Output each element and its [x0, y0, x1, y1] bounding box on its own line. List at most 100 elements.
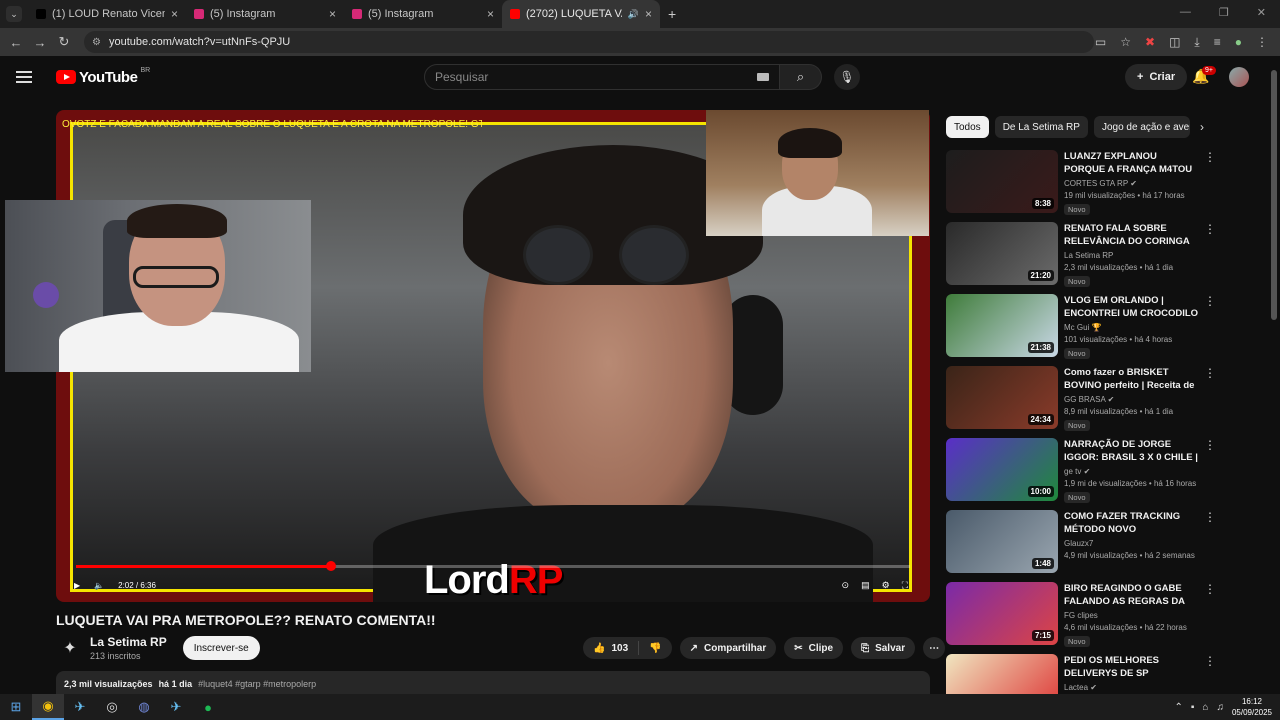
- close-window-icon[interactable]: ✕: [1257, 6, 1266, 19]
- guide-menu-icon[interactable]: [16, 71, 32, 83]
- recommendation-item[interactable]: PEDI OS MELHORES DELIVERYS DE SP Lactea ✔…: [946, 654, 1266, 698]
- kebab-menu-icon[interactable]: ⋮: [1204, 294, 1216, 360]
- site-info-icon[interactable]: ⚙: [92, 37, 101, 48]
- save-button[interactable]: ⎘ Salvar: [851, 637, 916, 659]
- more-actions-button[interactable]: ⋯: [923, 637, 946, 659]
- url-field[interactable]: ⚙ youtube.com/watch?v=utNnFs-QPJU: [84, 31, 1094, 53]
- recommendation-item[interactable]: 21:20 RENATO FALA SOBRE RELEVÂNCIA DO COR…: [946, 222, 1266, 288]
- tab-close-icon[interactable]: ×: [171, 7, 178, 21]
- chrome-icon[interactable]: ◉: [32, 694, 64, 720]
- channel-avatar-icon[interactable]: ✦: [56, 634, 84, 662]
- rec-channel[interactable]: FG clipes: [1064, 611, 1098, 620]
- recommendation-item[interactable]: 24:34 Como fazer o BRISKET BOVINO perfeit…: [946, 366, 1266, 432]
- new-tab-button[interactable]: +: [668, 6, 676, 22]
- settings-icon[interactable]: ⚙: [882, 580, 890, 591]
- back-icon[interactable]: ←: [4, 35, 28, 50]
- reload-icon[interactable]: ↻: [52, 34, 76, 50]
- restore-icon[interactable]: ❐: [1219, 6, 1229, 19]
- extensions-icon[interactable]: ◫: [1169, 35, 1180, 50]
- spotify-icon[interactable]: ●: [192, 694, 224, 720]
- tab-close-icon[interactable]: ×: [645, 7, 652, 21]
- kebab-menu-icon[interactable]: ⋮: [1204, 582, 1216, 648]
- tab-close-icon[interactable]: ×: [329, 7, 336, 21]
- recommendation-item[interactable]: 8:38 LUANZ7 EXPLANOU PORQUE A FRANÇA M4TO…: [946, 150, 1266, 216]
- kebab-menu-icon[interactable]: ⋮: [1204, 150, 1216, 216]
- search-input[interactable]: Pesquisar: [424, 64, 780, 90]
- network-icon[interactable]: ⌂: [1202, 702, 1208, 713]
- tab-audio-icon[interactable]: 🔊: [628, 9, 639, 20]
- recommendation-item[interactable]: 7:15 BIRO REAGINDO O GABE FALANDO AS REGR…: [946, 582, 1266, 648]
- keyboard-icon[interactable]: [757, 73, 769, 81]
- discord-icon[interactable]: ◍: [128, 694, 160, 720]
- progress-bar[interactable]: [76, 561, 910, 571]
- chip-channel[interactable]: De La Setima RP: [994, 116, 1088, 138]
- kebab-menu-icon[interactable]: ⋮: [1204, 438, 1216, 504]
- video-thumbnail[interactable]: 1:48: [946, 510, 1058, 573]
- rec-title[interactable]: PEDI OS MELHORES DELIVERYS DE SP: [1064, 654, 1200, 680]
- bookmark-star-icon[interactable]: ☆: [1120, 35, 1131, 50]
- tray-volume-icon[interactable]: ♫: [1216, 702, 1224, 713]
- video-thumbnail[interactable]: 21:38: [946, 294, 1058, 357]
- chip-all[interactable]: Todos: [946, 116, 989, 138]
- kebab-menu-icon[interactable]: ⋮: [1204, 510, 1216, 576]
- media-control-icon[interactable]: ≡: [1214, 35, 1221, 50]
- chevron-right-icon[interactable]: ›: [1200, 116, 1204, 138]
- browser-tab[interactable]: (1) LOUD Renato Vicente no X: ×: [28, 0, 186, 28]
- kebab-menu-icon[interactable]: ⋮: [1204, 222, 1216, 288]
- chip-action-games[interactable]: Jogo de ação e aven: [1093, 116, 1190, 138]
- youtube-logo[interactable]: YouTube BR: [56, 67, 150, 86]
- tab-search-button[interactable]: ⌄: [6, 6, 22, 22]
- rec-channel[interactable]: La Setima RP: [1064, 251, 1113, 260]
- rec-title[interactable]: COMO FAZER TRACKING MÉTODO NOVO: [1064, 510, 1200, 536]
- browser-tab[interactable]: (5) Instagram ×: [344, 0, 502, 28]
- rec-channel[interactable]: CORTES GTA RP: [1064, 179, 1128, 188]
- clip-button[interactable]: ✂ Clipe: [784, 637, 844, 659]
- recommendation-item[interactable]: 1:48 COMO FAZER TRACKING MÉTODO NOVO Glauz…: [946, 510, 1266, 576]
- steam-icon[interactable]: ✈: [64, 694, 96, 720]
- tray-app-icon[interactable]: ▪: [1191, 702, 1195, 713]
- profile-icon[interactable]: ●: [1235, 35, 1242, 50]
- video-thumbnail[interactable]: 24:34: [946, 366, 1058, 429]
- kebab-menu-icon[interactable]: ⋮: [1204, 366, 1216, 432]
- forward-icon[interactable]: →: [28, 35, 52, 50]
- menu-icon[interactable]: ⋮: [1256, 35, 1268, 50]
- windows-start-icon[interactable]: ⊞: [0, 694, 32, 720]
- obs-icon[interactable]: ◎: [96, 694, 128, 720]
- rec-channel[interactable]: GG BRASA: [1064, 395, 1105, 404]
- extension-red-icon[interactable]: ✖: [1145, 35, 1155, 50]
- share-button[interactable]: ↗ Compartilhar: [679, 637, 777, 659]
- tray-chevron-icon[interactable]: ⌃: [1174, 702, 1182, 713]
- rec-title[interactable]: Como fazer o BRISKET BOVINO perfeito | R…: [1064, 366, 1200, 392]
- dislike-button[interactable]: 👎: [639, 643, 671, 654]
- recommendation-item[interactable]: 21:38 VLOG EM ORLANDO | ENCONTREI UM CROC…: [946, 294, 1266, 360]
- search-button[interactable]: ⌕: [780, 64, 822, 90]
- channel-name[interactable]: La Setima RP: [90, 635, 167, 649]
- play-icon[interactable]: ▶: [74, 581, 80, 590]
- rec-channel[interactable]: Glauzx7: [1064, 539, 1093, 548]
- video-thumbnail[interactable]: 10:00: [946, 438, 1058, 501]
- video-thumbnail[interactable]: 21:20: [946, 222, 1058, 285]
- video-thumbnail[interactable]: 7:15: [946, 582, 1058, 645]
- page-scrollbar[interactable]: [1271, 70, 1277, 320]
- rec-title[interactable]: LUANZ7 EXPLANOU PORQUE A FRANÇA M4TOU A …: [1064, 150, 1200, 176]
- tab-close-icon[interactable]: ×: [487, 7, 494, 21]
- rec-channel[interactable]: Lactea: [1064, 683, 1088, 692]
- hashtags[interactable]: #luquet4 #gtarp #metropolerp: [198, 679, 316, 689]
- recommendation-item[interactable]: 10:00 NARRAÇÃO DE JORGE IGGOR: BRASIL 3 X…: [946, 438, 1266, 504]
- browser-tab[interactable]: (5) Instagram ×: [186, 0, 344, 28]
- rec-title[interactable]: VLOG EM ORLANDO | ENCONTREI UM CROCODILO…: [1064, 294, 1200, 320]
- account-avatar[interactable]: [1229, 67, 1249, 87]
- kebab-menu-icon[interactable]: ⋮: [1204, 654, 1216, 698]
- rec-title[interactable]: NARRAÇÃO DE JORGE IGGOR: BRASIL 3 X 0 CH…: [1064, 438, 1200, 464]
- steam-alt-icon[interactable]: ✈: [160, 694, 192, 720]
- rec-channel[interactable]: ge tv: [1064, 467, 1081, 476]
- subtitles-icon[interactable]: ▤: [861, 580, 870, 591]
- rec-channel[interactable]: Mc Gui 🏆: [1064, 323, 1102, 332]
- rec-title[interactable]: RENATO FALA SOBRE RELEVÂNCIA DO CORINGA …: [1064, 222, 1200, 248]
- downloads-icon[interactable]: ⤓: [1194, 35, 1199, 50]
- rec-title[interactable]: BIRO REAGINDO O GABE FALANDO AS REGRAS D…: [1064, 582, 1200, 608]
- video-thumbnail[interactable]: [946, 654, 1058, 698]
- fullscreen-icon[interactable]: ⛶: [902, 580, 908, 591]
- description-box[interactable]: 2,3 mil visualizações há 1 dia #luquet4 …: [56, 671, 930, 695]
- clock[interactable]: 16:12 05/09/2025: [1232, 696, 1272, 718]
